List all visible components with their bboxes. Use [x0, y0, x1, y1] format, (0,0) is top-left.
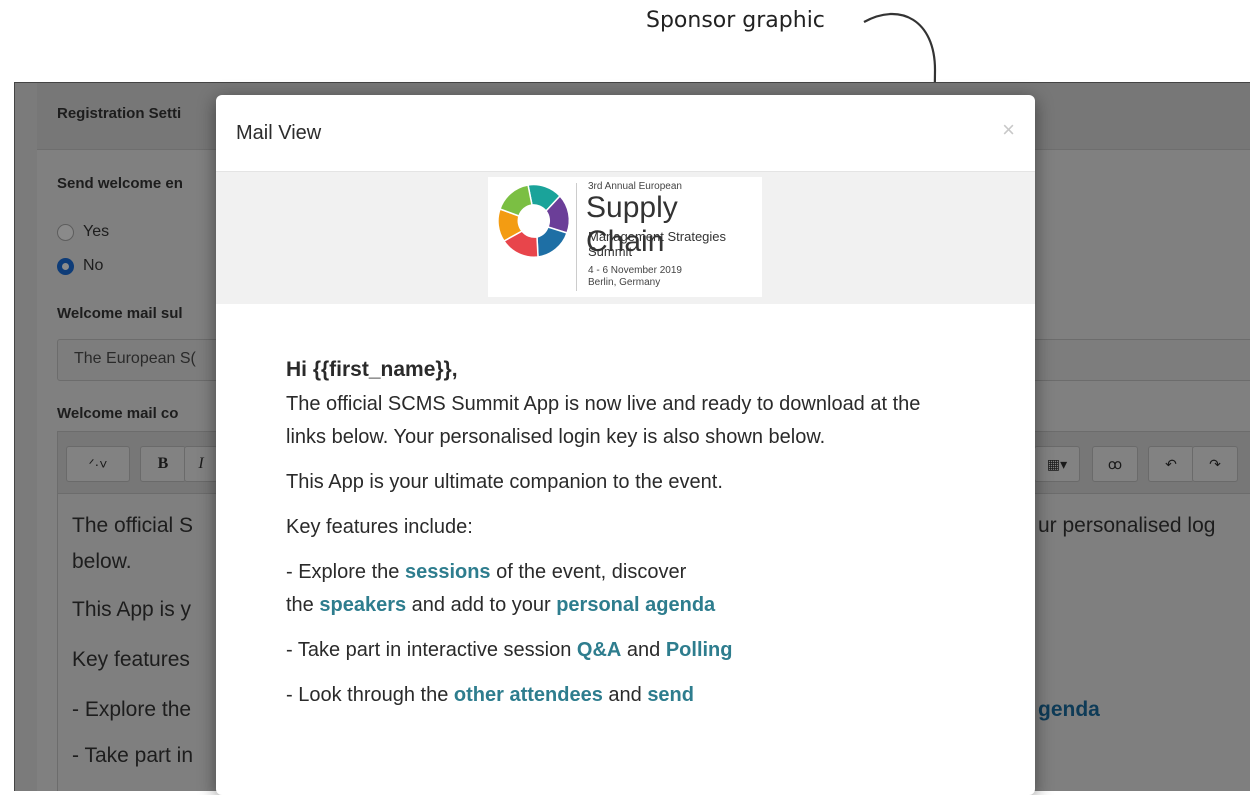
feature-text: - Take part in interactive session: [286, 639, 577, 661]
logo-dates: 4 - 6 November 2019 Berlin, Germany: [588, 265, 682, 289]
subject-label: Welcome mail sul: [57, 305, 183, 322]
send-link[interactable]: send: [647, 684, 694, 706]
feature-item: - Take part in interactive session Q&A a…: [286, 634, 986, 667]
feature-text: and: [602, 684, 648, 706]
speakers-link[interactable]: speakers: [319, 594, 406, 616]
radio-no-label: No: [83, 257, 104, 274]
feature-text: of the event, discover: [490, 561, 687, 583]
feature-item: - Explore the sessions of the event, dis…: [286, 556, 986, 589]
feature-text: - Look through the: [286, 684, 454, 706]
radio-no[interactable]: [57, 258, 74, 275]
qa-link[interactable]: Q&A: [577, 639, 621, 661]
feature-text: - Explore the: [286, 561, 405, 583]
close-icon[interactable]: ×: [1002, 117, 1015, 143]
welcome-label: Send welcome en: [57, 175, 183, 192]
editor-line: ur personalised log: [1038, 514, 1216, 537]
mail-intro: The official SCMS Summit App is now live…: [286, 393, 921, 448]
radio-yes-label: Yes: [83, 223, 110, 240]
subject-value: The European S(: [74, 350, 196, 367]
sponsor-logo: 3rd Annual European Supply Chain Managem…: [488, 177, 762, 297]
logo-date-text: 4 - 6 November 2019: [588, 265, 682, 276]
logo-subtitle-1: Management Strategies: [588, 229, 727, 244]
content-label: Welcome mail co: [57, 405, 179, 422]
polling-link[interactable]: Polling: [666, 639, 733, 661]
magic-wand-icon: ᐟ·˅: [88, 455, 108, 472]
editor-line: below.: [72, 550, 132, 573]
feature-text: the: [286, 594, 320, 616]
panel-title: Registration Setti: [57, 105, 182, 122]
bold-icon: B: [157, 455, 169, 472]
mail-features-heading: Key features include:: [286, 516, 473, 538]
logo-wheel-icon: [497, 183, 571, 258]
redo-button[interactable]: ↷: [1192, 446, 1238, 482]
mail-body: Hi {{first_name}}, The official SCMS Sum…: [286, 353, 986, 712]
modal-title: Mail View: [236, 122, 322, 144]
editor-line: This App is y: [72, 598, 192, 621]
other-attendees-link[interactable]: other attendees: [454, 684, 603, 706]
logo-subtitle-2: Summit: [588, 244, 633, 259]
feature-text: and add to your: [406, 594, 557, 616]
undo-icon: ↶: [1165, 455, 1177, 472]
mail-companion: This App is your ultimate companion to t…: [286, 471, 723, 493]
mail-view-modal: Mail View × 3rd Annual European Supply C…: [216, 95, 1035, 795]
italic-icon: I: [198, 455, 204, 472]
bold-button[interactable]: B: [140, 446, 186, 482]
editor-line: The official S: [72, 514, 194, 537]
editor-line: genda: [1038, 698, 1100, 721]
logo-location-text: Berlin, Germany: [588, 277, 661, 288]
modal-header: Mail View ×: [216, 95, 1035, 172]
feature-text: and: [621, 639, 666, 661]
magic-wand-button[interactable]: ᐟ·˅: [66, 446, 130, 482]
logo-subtitle: Management Strategies Summit: [588, 229, 726, 259]
undo-button[interactable]: ↶: [1148, 446, 1194, 482]
table-button[interactable]: ▦▾: [1034, 446, 1080, 482]
table-icon: ▦▾: [1046, 455, 1068, 472]
editor-line: Key features: [72, 648, 190, 671]
sessions-link[interactable]: sessions: [405, 561, 491, 583]
editor-line: - Explore the: [72, 698, 192, 721]
radio-yes[interactable]: [57, 224, 74, 241]
personal-agenda-link[interactable]: personal agenda: [556, 594, 715, 616]
editor-line: - Take part in: [72, 744, 194, 767]
redo-icon: ↷: [1209, 455, 1221, 472]
logo-divider: [576, 183, 577, 291]
mail-greeting: Hi {{first_name}},: [286, 358, 458, 381]
italic-button[interactable]: I: [184, 446, 218, 482]
feature-item: the speakers and add to your personal ag…: [286, 589, 986, 622]
link-icon: ꝏ: [1107, 455, 1123, 472]
feature-item: - Look through the other attendees and s…: [286, 679, 986, 712]
link-button[interactable]: ꝏ: [1092, 446, 1138, 482]
